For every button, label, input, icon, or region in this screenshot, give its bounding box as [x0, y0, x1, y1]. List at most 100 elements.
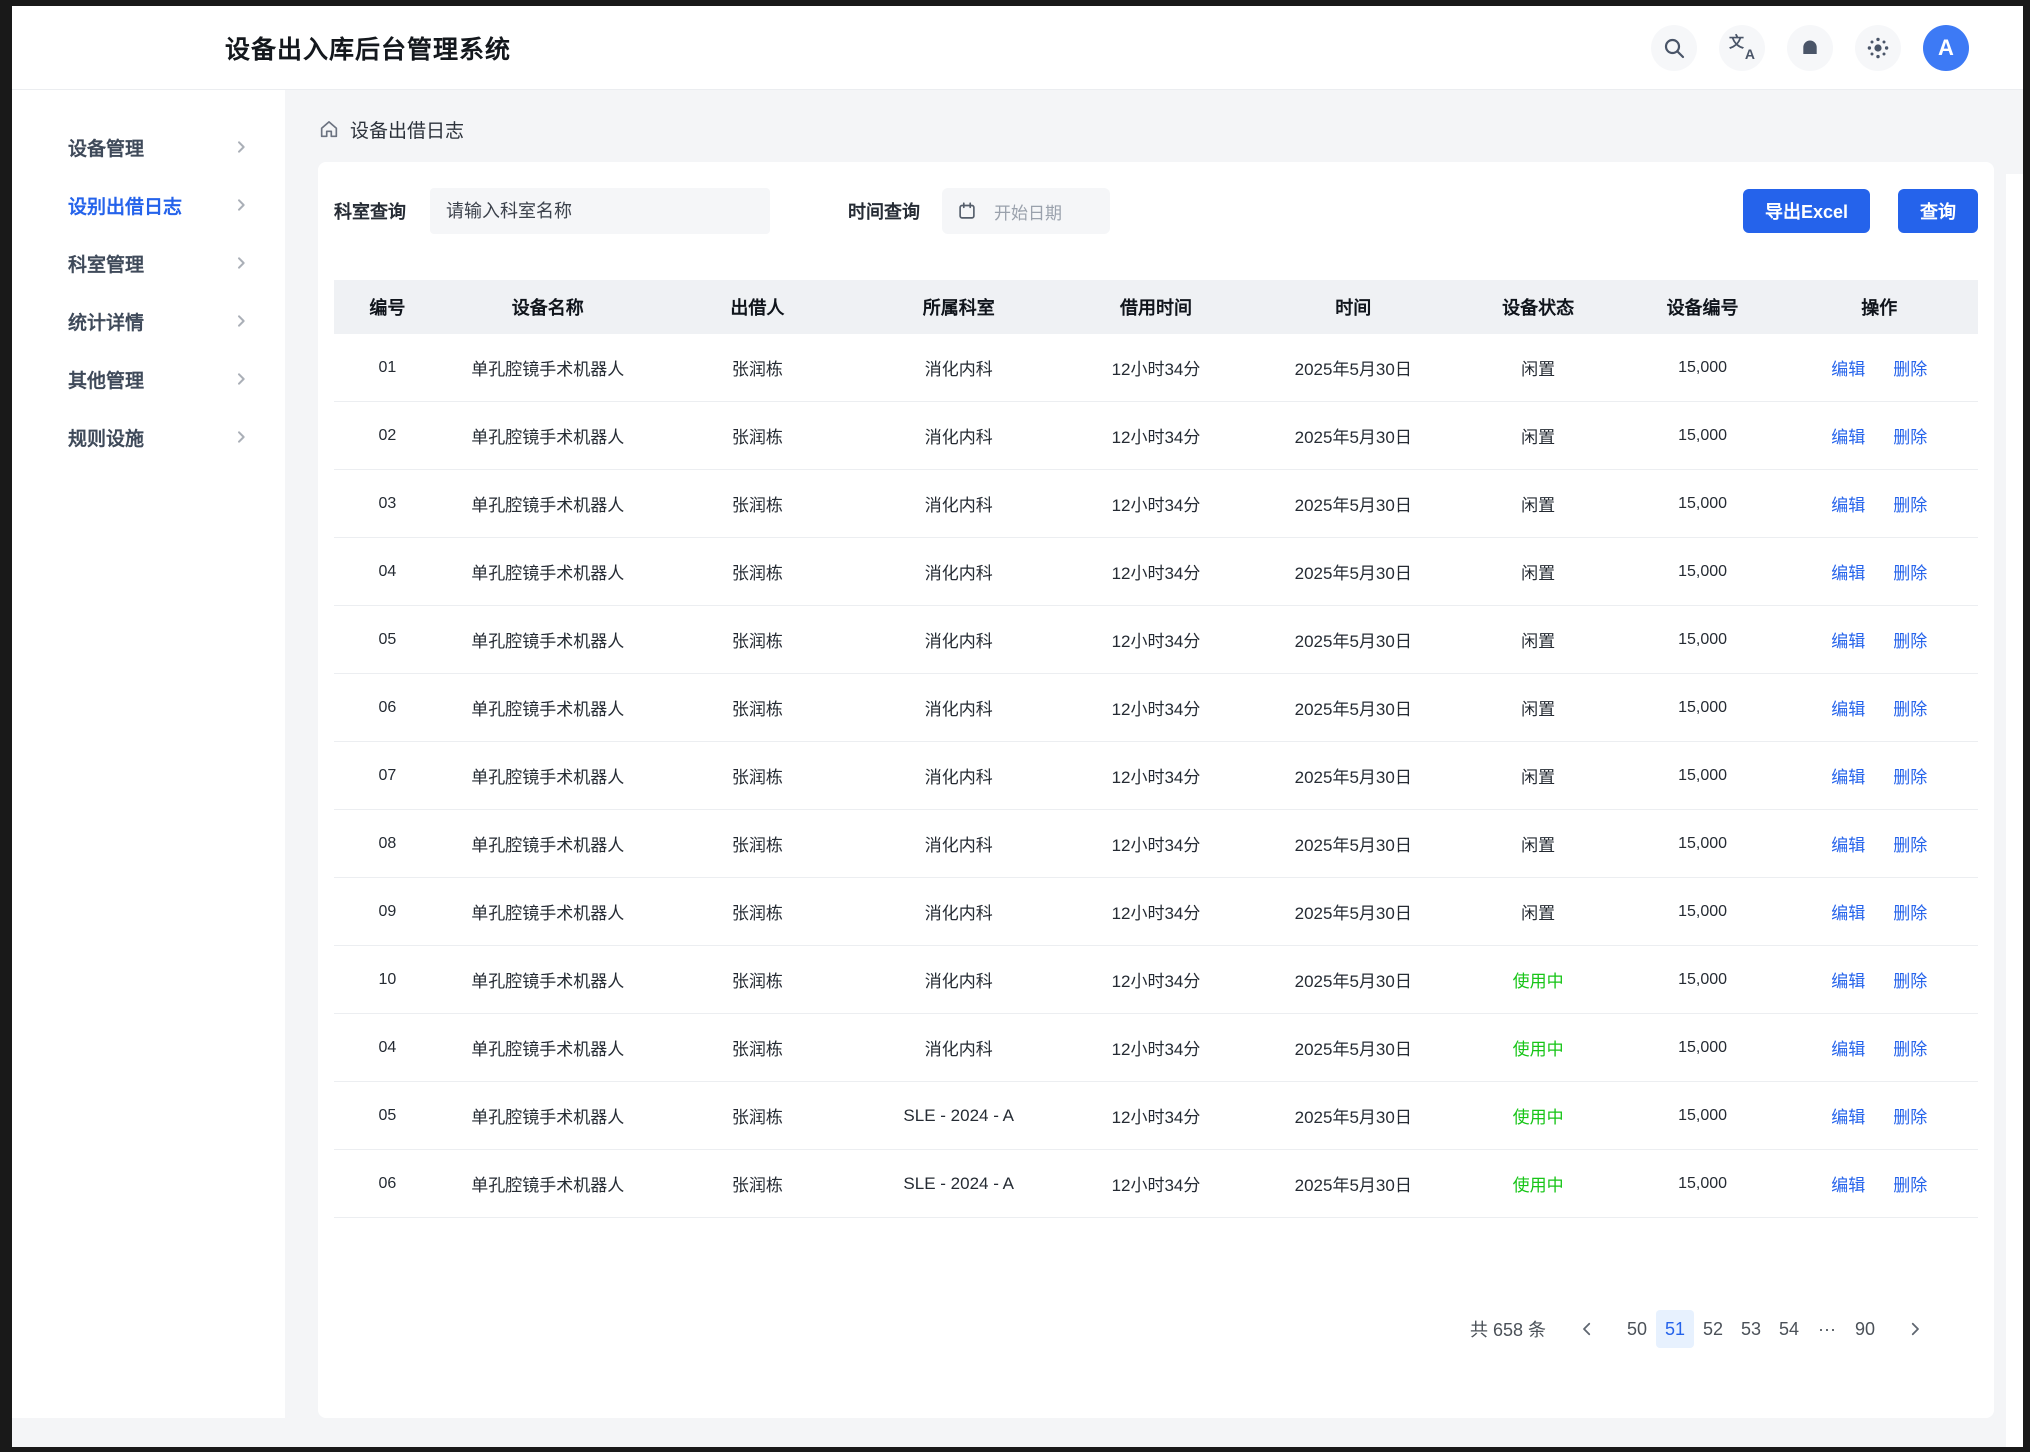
delete-link[interactable]: 删除 [1893, 559, 1927, 584]
edit-link[interactable]: 编辑 [1831, 423, 1865, 448]
cell-department: 消化内科 [860, 627, 1057, 652]
table-row: 05 单孔腔镜手术机器人 张润栋 消化内科 12小时34分 2025年5月30日… [334, 606, 1978, 674]
cell-device-name: 单孔腔镜手术机器人 [441, 899, 655, 924]
delete-link[interactable]: 删除 [1893, 1171, 1927, 1196]
content-area: 设备出借日志 科室查询 时间查询 开始日期 [285, 90, 2023, 1418]
edit-link[interactable]: 编辑 [1831, 491, 1865, 516]
translate-icon[interactable]: 文A [1719, 25, 1765, 71]
cell-status: 闲置 [1452, 491, 1625, 516]
export-excel-button[interactable]: 导出Excel [1743, 189, 1870, 233]
table-row: 05 单孔腔镜手术机器人 张润栋 SLE - 2024 - A 12小时34分 … [334, 1082, 1978, 1150]
cell-date: 2025年5月30日 [1255, 559, 1452, 584]
cell-device-name: 单孔腔镜手术机器人 [441, 763, 655, 788]
cell-id: 10 [334, 971, 441, 989]
cell-status: 闲置 [1452, 763, 1625, 788]
edit-link[interactable]: 编辑 [1831, 967, 1865, 992]
cell-date: 2025年5月30日 [1255, 831, 1452, 856]
sidebar-item-2[interactable]: 科室管理 [12, 234, 285, 292]
cell-department: 消化内科 [860, 355, 1057, 380]
pagination-page-52[interactable]: 52 [1694, 1310, 1732, 1348]
edit-link[interactable]: 编辑 [1831, 559, 1865, 584]
cell-date: 2025年5月30日 [1255, 1035, 1452, 1060]
query-button[interactable]: 查询 [1898, 189, 1978, 233]
cell-device-code: 15,000 [1624, 359, 1780, 377]
cell-operations: 编辑 删除 [1781, 1035, 1978, 1060]
cell-duration: 12小时34分 [1057, 1035, 1254, 1060]
chevron-right-icon [233, 197, 249, 213]
delete-link[interactable]: 删除 [1893, 627, 1927, 652]
sidebar-item-1[interactable]: 设别出借日志 [12, 176, 285, 234]
cell-id: 04 [334, 563, 441, 581]
delete-link[interactable]: 删除 [1893, 423, 1927, 448]
cell-operations: 编辑 删除 [1781, 899, 1978, 924]
sidebar-item-3[interactable]: 统计详情 [12, 292, 285, 350]
start-date-picker[interactable]: 开始日期 [942, 188, 1110, 234]
cell-operations: 编辑 删除 [1781, 695, 1978, 720]
delete-link[interactable]: 删除 [1893, 695, 1927, 720]
edit-link[interactable]: 编辑 [1831, 1171, 1865, 1196]
pagination-next-icon[interactable] [1898, 1310, 1932, 1348]
pagination-page-53[interactable]: 53 [1732, 1310, 1770, 1348]
cell-lender: 张润栋 [655, 355, 861, 380]
avatar[interactable]: A [1923, 25, 1969, 71]
pagination-pages: 5051525354···90 [1618, 1310, 1884, 1348]
cell-date: 2025年5月30日 [1255, 1171, 1452, 1196]
cell-duration: 12小时34分 [1057, 899, 1254, 924]
cell-department: SLE - 2024 - A [860, 1174, 1057, 1194]
cell-id: 06 [334, 1175, 441, 1193]
delete-link[interactable]: 删除 [1893, 831, 1927, 856]
cell-status: 闲置 [1452, 627, 1625, 652]
delete-link[interactable]: 删除 [1893, 355, 1927, 380]
cell-date: 2025年5月30日 [1255, 423, 1452, 448]
cell-device-name: 单孔腔镜手术机器人 [441, 559, 655, 584]
cell-device-name: 单孔腔镜手术机器人 [441, 695, 655, 720]
scrollbar[interactable] [2006, 174, 2023, 1447]
cell-department: 消化内科 [860, 695, 1057, 720]
delete-link[interactable]: 删除 [1893, 763, 1927, 788]
dept-search-input[interactable] [430, 188, 770, 234]
notification-icon[interactable] [1787, 25, 1833, 71]
cell-operations: 编辑 删除 [1781, 423, 1978, 448]
sidebar-item-label: 设别出借日志 [68, 192, 182, 219]
edit-link[interactable]: 编辑 [1831, 899, 1865, 924]
delete-link[interactable]: 删除 [1893, 1035, 1927, 1060]
column-header: 时间 [1255, 294, 1452, 320]
column-header: 设备名称 [441, 294, 655, 320]
edit-link[interactable]: 编辑 [1831, 831, 1865, 856]
pagination-page-51[interactable]: 51 [1656, 1310, 1694, 1348]
edit-link[interactable]: 编辑 [1831, 1103, 1865, 1128]
cell-device-code: 15,000 [1624, 903, 1780, 921]
cell-id: 05 [334, 1107, 441, 1125]
pagination-page-50[interactable]: 50 [1618, 1310, 1656, 1348]
sidebar-item-4[interactable]: 其他管理 [12, 350, 285, 408]
search-icon[interactable] [1651, 25, 1697, 71]
edit-link[interactable]: 编辑 [1831, 695, 1865, 720]
content-card: 科室查询 时间查询 开始日期 导出Excel 查询 [318, 162, 1994, 1418]
cell-duration: 12小时34分 [1057, 559, 1254, 584]
table-header-row: 编号设备名称出借人所属科室借用时间时间设备状态设备编号操作 [334, 280, 1978, 334]
delete-link[interactable]: 删除 [1893, 491, 1927, 516]
cell-duration: 12小时34分 [1057, 355, 1254, 380]
pagination-ellipsis[interactable]: ··· [1808, 1310, 1846, 1348]
sidebar-item-label: 规则设施 [68, 424, 144, 451]
delete-link[interactable]: 删除 [1893, 1103, 1927, 1128]
theme-icon[interactable] [1855, 25, 1901, 71]
pagination-prev-icon[interactable] [1570, 1310, 1604, 1348]
sidebar-item-0[interactable]: 设备管理 [12, 118, 285, 176]
sidebar-item-5[interactable]: 规则设施 [12, 408, 285, 466]
cell-operations: 编辑 删除 [1781, 355, 1978, 380]
chevron-right-icon [233, 429, 249, 445]
pagination-page-54[interactable]: 54 [1770, 1310, 1808, 1348]
cell-id: 04 [334, 1039, 441, 1057]
edit-link[interactable]: 编辑 [1831, 627, 1865, 652]
time-query-label: 时间查询 [848, 198, 920, 224]
edit-link[interactable]: 编辑 [1831, 355, 1865, 380]
table-row: 07 单孔腔镜手术机器人 张润栋 消化内科 12小时34分 2025年5月30日… [334, 742, 1978, 810]
edit-link[interactable]: 编辑 [1831, 763, 1865, 788]
delete-link[interactable]: 删除 [1893, 967, 1927, 992]
delete-link[interactable]: 删除 [1893, 899, 1927, 924]
edit-link[interactable]: 编辑 [1831, 1035, 1865, 1060]
cell-operations: 编辑 删除 [1781, 1103, 1978, 1128]
cell-device-name: 单孔腔镜手术机器人 [441, 831, 655, 856]
pagination-page-90[interactable]: 90 [1846, 1310, 1884, 1348]
